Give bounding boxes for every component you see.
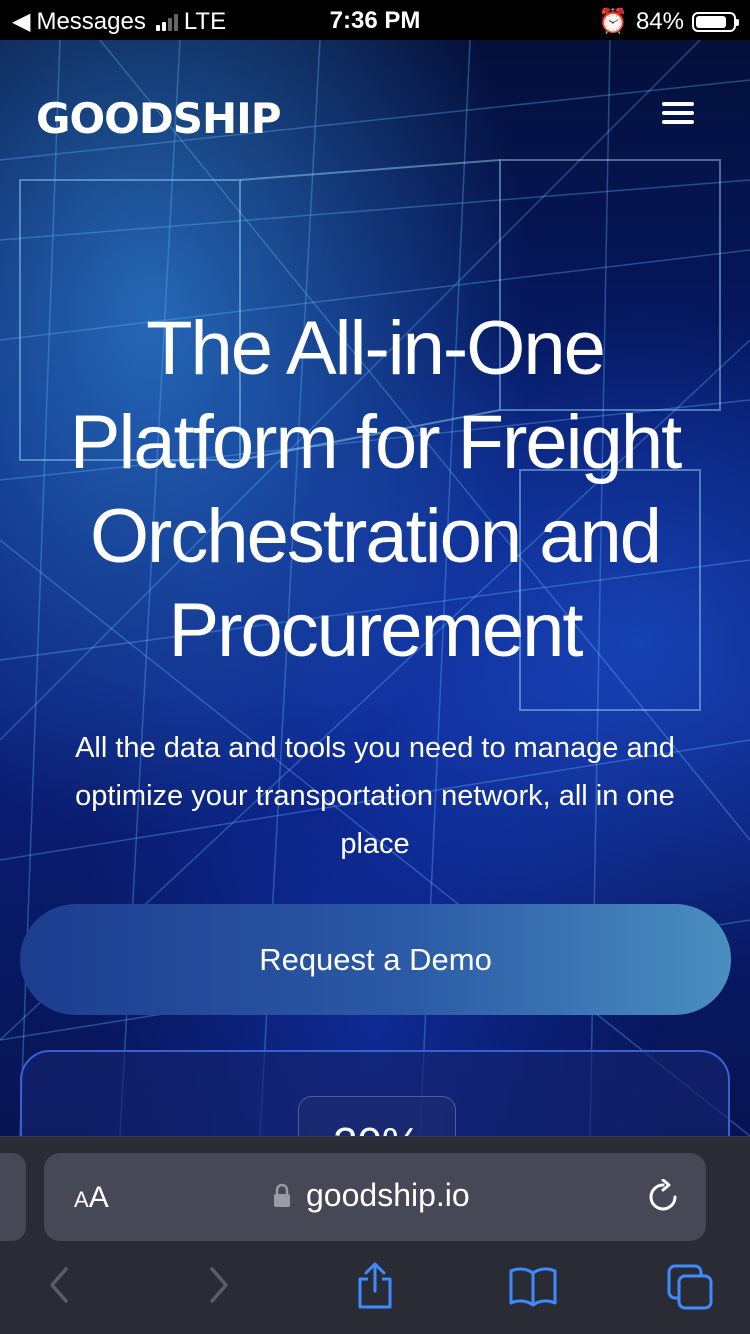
page: ◀ Messages LTE 7:36 PM ⏰ 84% GOODSHIP Th… — [0, 0, 750, 1334]
alarm-clock-icon: ⏰ — [598, 8, 628, 35]
status-bar: ◀ Messages LTE 7:36 PM ⏰ 84% — [0, 0, 750, 40]
tabs-icon[interactable] — [666, 1263, 716, 1313]
logo-text: GOODSHIP — [36, 94, 282, 143]
stat-card: 20% — [20, 1050, 730, 1136]
goodship-logo[interactable]: GOODSHIP — [36, 98, 282, 140]
reload-icon[interactable] — [646, 1179, 680, 1215]
battery-percent: 84% — [635, 7, 684, 35]
forward-arrow-icon[interactable] — [204, 1265, 234, 1305]
request-demo-button[interactable]: Request a Demo — [20, 904, 731, 1015]
url-text[interactable]: goodship.io — [306, 1177, 470, 1214]
hero-section: GOODSHIP The All-in-One Platform for Fre… — [0, 40, 750, 1136]
status-right: ⏰ 84% — [598, 7, 739, 36]
hamburger-menu-icon[interactable] — [662, 102, 694, 126]
back-arrow-icon[interactable] — [44, 1265, 74, 1305]
battery-icon — [692, 11, 739, 32]
lock-icon — [274, 1183, 290, 1207]
text-size-button[interactable]: AA — [74, 1181, 109, 1215]
stat-value-chip: 20% — [298, 1096, 456, 1136]
share-icon[interactable] — [354, 1261, 396, 1311]
browser-toolbar: AA goodship.io — [0, 1136, 750, 1334]
hero-subheadline: All the data and tools you need to manag… — [75, 732, 675, 860]
bookmarks-icon[interactable] — [508, 1265, 558, 1307]
address-bar[interactable]: AA goodship.io — [44, 1153, 706, 1241]
previous-tab-peek[interactable] — [0, 1153, 26, 1241]
hero-headline: The All-in-One Platform for Freight Orch… — [69, 306, 682, 673]
